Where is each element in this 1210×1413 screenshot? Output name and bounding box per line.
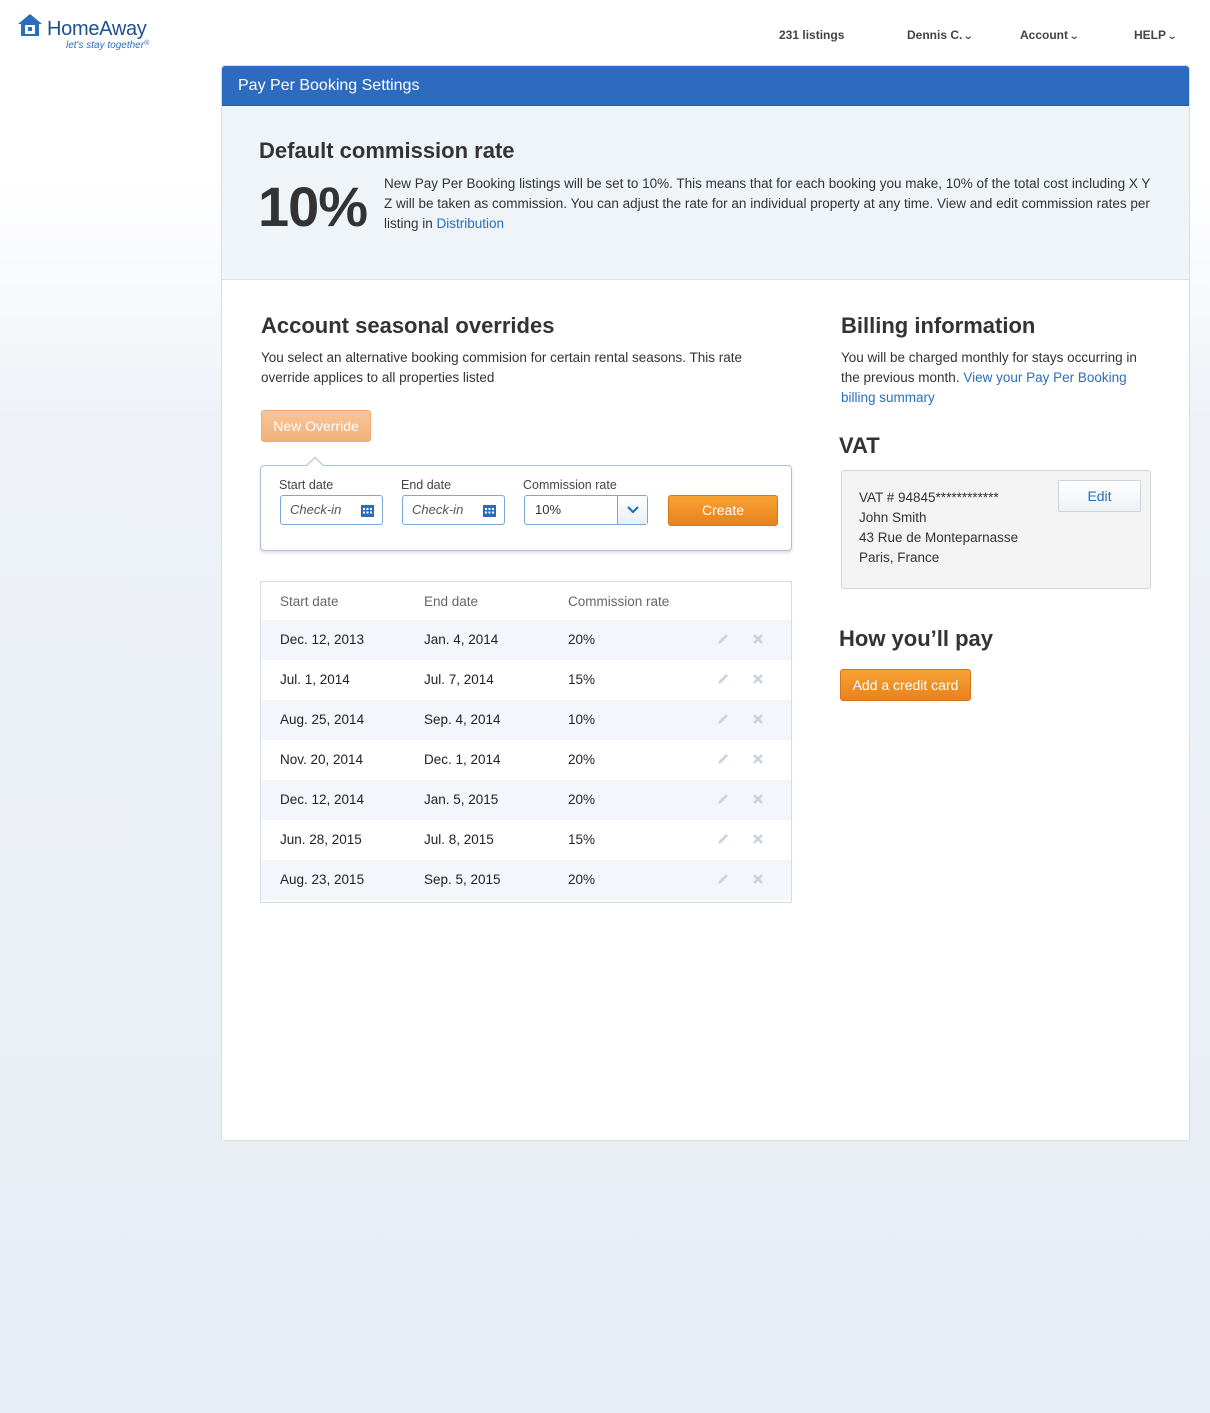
edit-pencil-icon[interactable] (716, 872, 730, 886)
table-row: Jun. 28, 2015 Jul. 8, 2015 15% (261, 820, 791, 860)
overrides-table: Start date End date Commission rate Dec.… (260, 581, 792, 903)
new-override-form: Start date Check-in End date Check-in Co… (260, 456, 792, 551)
overrides-heading: Account seasonal overrides (261, 313, 555, 338)
edit-pencil-icon[interactable] (716, 832, 730, 846)
commission-rate-label: Commission rate (523, 478, 617, 492)
delete-x-icon[interactable] (751, 712, 765, 726)
edit-vat-button[interactable]: Edit (1058, 480, 1141, 512)
column-header-rate: Commission rate (568, 594, 670, 609)
row-rate: 15% (568, 672, 596, 687)
nav-listings-link[interactable]: 231 listings (779, 28, 844, 42)
table-row: Dec. 12, 2014 Jan. 5, 2015 20% (261, 780, 791, 820)
end-date-label: End date (401, 478, 452, 492)
delete-x-icon[interactable] (751, 752, 765, 766)
commission-rate-select[interactable]: 10% (524, 495, 648, 525)
chevron-down-icon (627, 506, 639, 514)
select-arrow[interactable] (617, 496, 647, 524)
billing-heading: Billing information (841, 313, 1036, 338)
row-rate: 15% (568, 832, 596, 847)
default-commission-description: New Pay Per Booking listings will be set… (384, 176, 1151, 231)
vat-number: VAT # 94845************ (859, 490, 999, 505)
edit-pencil-icon[interactable] (716, 712, 730, 726)
table-row: Jul. 1, 2014 Jul. 7, 2014 15% (261, 660, 791, 700)
start-date-input[interactable]: Check-in (280, 495, 383, 525)
homeaway-logo[interactable]: HomeAway let's stay together® (16, 12, 166, 56)
vat-address-line2: Paris, France (859, 550, 940, 565)
nav-account-menu[interactable]: Account⌄ (1020, 28, 1080, 42)
row-end-date: Jan. 5, 2015 (424, 792, 499, 807)
row-start-date: Dec. 12, 2014 (280, 792, 365, 807)
create-override-button[interactable]: Create (668, 495, 778, 526)
row-start-date: Dec. 12, 2013 (280, 632, 365, 647)
table-row: Dec. 12, 2013 Jan. 4, 2014 20% (261, 620, 791, 660)
house-logo-icon (18, 14, 42, 36)
row-rate: 10% (568, 712, 596, 727)
nav-help-menu[interactable]: HELP⌄ (1134, 28, 1178, 42)
table-row: Aug. 25, 2014 Sep. 4, 2014 10% (261, 700, 791, 740)
row-rate: 20% (568, 872, 596, 887)
how-you-pay-heading: How you’ll pay (839, 626, 994, 651)
row-start-date: Jul. 1, 2014 (280, 672, 350, 687)
end-date-input[interactable]: Check-in (402, 495, 505, 525)
row-end-date: Sep. 4, 2014 (424, 712, 501, 727)
column-header-end: End date (424, 594, 479, 609)
row-end-date: Dec. 1, 2014 (424, 752, 501, 767)
row-start-date: Aug. 25, 2014 (280, 712, 365, 727)
settings-panel: Pay Per Booking Settings Default commiss… (221, 65, 1190, 1141)
table-row: Nov. 20, 2014 Dec. 1, 2014 20% (261, 740, 791, 780)
row-rate: 20% (568, 752, 596, 767)
calendar-icon[interactable] (483, 504, 496, 517)
overrides-description: You select an alternative booking commis… (261, 350, 743, 385)
table-row: Aug. 23, 2015 Sep. 5, 2015 20% (261, 860, 791, 900)
default-commission-section: Default commission rate 10% New Pay Per … (222, 106, 1189, 280)
form-caret (306, 456, 324, 474)
row-end-date: Sep. 5, 2015 (424, 872, 501, 887)
row-end-date: Jul. 7, 2014 (424, 672, 494, 687)
panel-title: Pay Per Booking Settings (222, 66, 1189, 106)
billing-description: You will be charged monthly for stays oc… (841, 350, 1137, 405)
vat-card: VAT # 94845************ John Smith 43 Ru… (841, 470, 1151, 589)
row-end-date: Jan. 4, 2014 (424, 632, 499, 647)
column-header-start: Start date (280, 594, 339, 609)
delete-x-icon[interactable] (751, 832, 765, 846)
nav-user-menu[interactable]: Dennis C.⌄ (907, 28, 974, 42)
vat-name: John Smith (859, 510, 927, 525)
edit-pencil-icon[interactable] (716, 752, 730, 766)
logo-wordmark: HomeAway (47, 18, 147, 40)
distribution-link[interactable]: Distribution (437, 216, 505, 231)
edit-pencil-icon[interactable] (716, 672, 730, 686)
logo-tagline: let's stay together® (66, 40, 150, 51)
vat-heading: VAT (839, 433, 880, 458)
chevron-down-icon: ⌄ (1068, 31, 1080, 42)
edit-pencil-icon[interactable] (716, 792, 730, 806)
delete-x-icon[interactable] (751, 872, 765, 886)
delete-x-icon[interactable] (751, 672, 765, 686)
chevron-down-icon: ⌄ (1166, 31, 1178, 42)
row-start-date: Jun. 28, 2015 (280, 832, 362, 847)
edit-pencil-icon[interactable] (716, 632, 730, 646)
vat-address-line1: 43 Rue de Monteparnasse (859, 530, 1019, 545)
row-start-date: Nov. 20, 2014 (280, 752, 364, 767)
new-override-button[interactable]: New Override (261, 410, 371, 442)
row-start-date: Aug. 23, 2015 (280, 872, 365, 887)
start-date-label: Start date (279, 478, 334, 492)
add-credit-card-button[interactable]: Add a credit card (840, 669, 971, 701)
row-rate: 20% (568, 632, 596, 647)
row-end-date: Jul. 8, 2015 (424, 832, 494, 847)
calendar-icon[interactable] (361, 504, 374, 517)
default-commission-heading: Default commission rate (259, 138, 515, 163)
delete-x-icon[interactable] (751, 632, 765, 646)
delete-x-icon[interactable] (751, 792, 765, 806)
chevron-down-icon: ⌄ (963, 31, 974, 42)
row-rate: 20% (568, 792, 596, 807)
default-commission-rate: 10% (258, 175, 368, 238)
